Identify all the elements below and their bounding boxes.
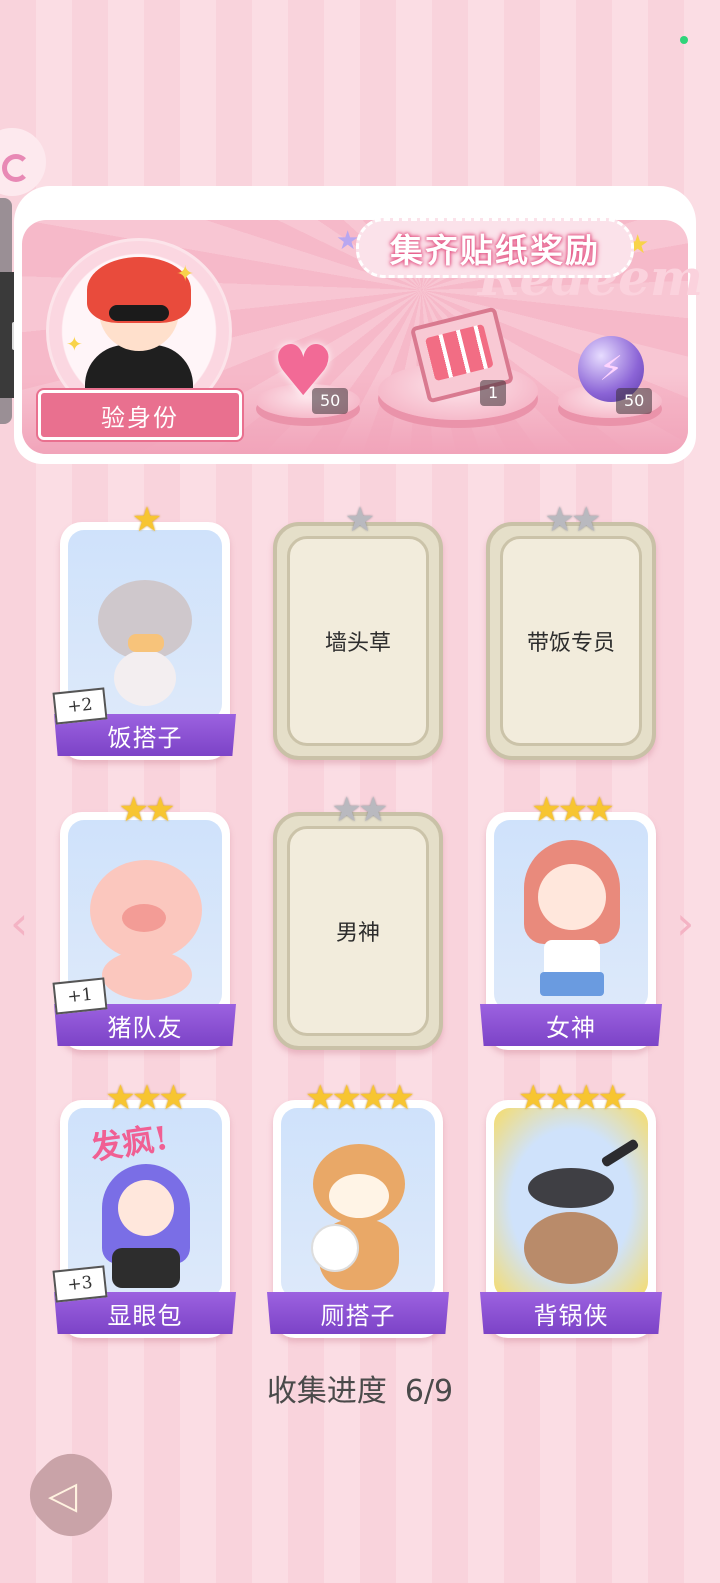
sticker-card[interactable]: 女神 ★★★ [480,792,662,1050]
sticker-card[interactable]: 男神 ★★ [273,792,443,1050]
sticker-card[interactable]: 背锅侠 ★★★★ [480,1080,662,1338]
rarity-stars: ★ [273,502,443,538]
star-icon: ★ [131,500,163,540]
duplicate-count-badge: +3 [52,1265,108,1303]
sticker-card[interactable]: 猪队友 +1 ★★ [52,792,236,1050]
star-icon: ★ [305,1078,336,1118]
rarity-stars: ★★ [273,792,443,828]
sticker-art-shiba-toilet-paper [281,1108,435,1298]
collection-progress: 收集进度 6/9 [0,1366,720,1410]
rarity-stars: ★★★★ [273,1080,443,1116]
sparkle-icon: ✦ [176,262,195,287]
floating-menu-icon[interactable] [0,128,46,196]
progress-value: 6/9 [404,1374,454,1409]
sticker-art-text: 发疯! [88,1118,171,1168]
sticker-card[interactable]: 饭搭子 +2 ★ [52,502,236,760]
star-icon: ★ [331,1078,363,1118]
star-icon: ★ [358,790,389,830]
rarity-stars: ★ [60,502,230,538]
progress-label: 收集进度 [266,1374,387,1409]
duplicate-count-badge: +2 [52,687,108,725]
sticker-card-label: 厕搭子 [267,1292,449,1334]
locked-card-label: 带饭专员 [500,536,642,746]
locked-card-label: 男神 [287,826,429,1036]
star-icon: ★ [571,1078,602,1118]
star-icon: ★ [118,790,150,830]
duplicate-count-badge: +1 [52,977,108,1015]
back-arrow-icon: ◁ [48,1473,78,1517]
reward-count: 50 [616,388,653,414]
star-icon: ★ [131,1078,163,1118]
status-indicator-dot [680,36,688,44]
sticker-art-schoolgirl [494,820,648,1010]
sticker-card-label: 背锅侠 [480,1292,662,1334]
star-icon: ★ [158,1078,189,1118]
rarity-stars: ★★★★ [486,1080,656,1116]
reward-count: 50 [312,388,349,414]
rarity-stars: ★★★ [486,792,656,828]
rarity-stars: ★★ [486,502,656,538]
locked-card-label: 墙头草 [287,536,429,746]
sticker-card[interactable]: 厕搭子 ★★★★ [267,1080,449,1338]
previous-page-arrow-icon[interactable]: ‹ [10,896,28,950]
rarity-stars: ★★★ [60,1080,230,1116]
star-icon: ★ [384,1078,415,1118]
reward-count: 1 [480,380,507,406]
star-icon: ★ [358,1078,389,1118]
verify-identity-button[interactable]: 验身份 [38,390,242,440]
rarity-stars: ★★ [60,792,230,828]
star-icon: ★ [571,500,602,540]
collect-reward-title: 集齐贴纸奖励 [356,218,634,278]
next-page-arrow-icon[interactable]: › [676,896,694,950]
star-icon: ★ [557,790,589,830]
star-icon: ★ [531,790,562,830]
star-icon: ★ [344,500,376,540]
sticker-card-label: 女神 [480,1004,662,1046]
sticker-card[interactable]: 带饭专员 ★★ [486,502,656,760]
sticker-art-capybara-with-pan [494,1108,648,1298]
star-icon: ★ [145,790,176,830]
star-icon: ★ [518,1078,549,1118]
star-icon: ★ [597,1078,628,1118]
sticker-card[interactable]: 发疯! 显眼包 +3 ★★★ [52,1080,236,1338]
sticker-card[interactable]: 墙头草 ★ [273,502,443,760]
star-icon: ★ [544,500,576,540]
star-icon: ★ [584,790,615,830]
sparkle-icon: ✦ [66,332,83,356]
star-icon: ★ [544,1078,576,1118]
sunglasses-icon [109,305,169,321]
star-icon: ★ [331,790,363,830]
star-icon: ★ [105,1078,136,1118]
